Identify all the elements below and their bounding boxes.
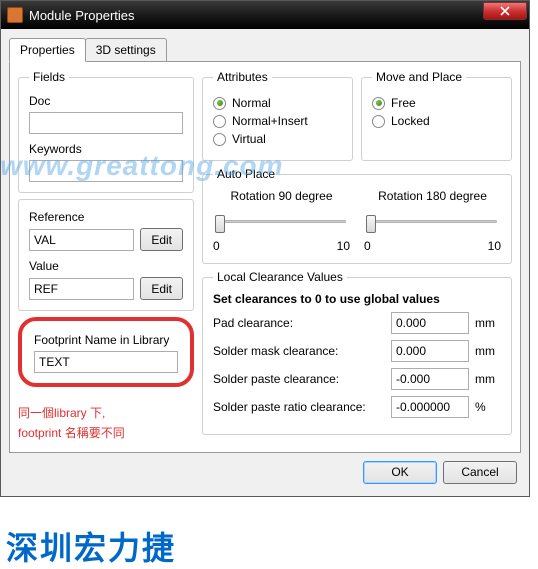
reference-group: Reference Edit Value Edit	[18, 199, 194, 311]
lcv-unit: mm	[475, 372, 501, 386]
footprint-box: Footprint Name in Library	[18, 317, 194, 387]
move-free[interactable]: Free	[372, 96, 501, 110]
attr-normal-insert[interactable]: Normal+Insert	[213, 114, 342, 128]
reference-label: Reference	[29, 210, 183, 224]
pad-clearance-input[interactable]	[391, 312, 469, 334]
value-edit-button[interactable]: Edit	[140, 277, 183, 300]
watermark-brand: 深圳宏力捷	[6, 523, 176, 569]
tab-3d-settings[interactable]: 3D settings	[85, 38, 167, 62]
slider-thumb-icon	[366, 215, 376, 233]
solder-paste-ratio-input[interactable]	[391, 396, 469, 418]
lcv-pad-clearance: Pad clearance: mm	[213, 312, 501, 334]
attr-normal[interactable]: Normal	[213, 96, 342, 110]
fields-group: Fields Doc Keywords	[18, 70, 194, 193]
window-title: Module Properties	[29, 8, 483, 23]
lcv-unit: %	[475, 400, 501, 414]
value-label: Value	[29, 259, 183, 273]
reference-edit-button[interactable]: Edit	[140, 228, 183, 251]
footprint-label: Footprint Name in Library	[34, 333, 178, 347]
cancel-button[interactable]: Cancel	[443, 461, 517, 484]
slider-track-icon	[368, 220, 497, 223]
lcv-solder-paste: Solder paste clearance: mm	[213, 368, 501, 390]
radio-icon	[372, 115, 385, 128]
lcv-label: Solder mask clearance:	[213, 344, 385, 358]
solder-mask-input[interactable]	[391, 340, 469, 362]
right-column: Attributes Normal Normal+Insert Virtual …	[202, 70, 512, 444]
slider-min: 0	[364, 239, 371, 253]
radio-label: Virtual	[232, 132, 266, 146]
rot90-slider[interactable]	[213, 211, 350, 237]
move-place-legend: Move and Place	[372, 70, 466, 84]
titlebar[interactable]: Module Properties	[1, 1, 529, 29]
lcv-solder-paste-ratio: Solder paste ratio clearance: %	[213, 396, 501, 418]
radio-label: Normal	[232, 96, 271, 110]
client-area: Properties 3D settings Fields Doc Keywor…	[1, 29, 529, 496]
lcv-label: Pad clearance:	[213, 316, 385, 330]
attributes-group: Attributes Normal Normal+Insert Virtual	[202, 70, 353, 161]
lcv-unit: mm	[475, 316, 501, 330]
tab-properties[interactable]: Properties	[9, 38, 86, 62]
footprint-input[interactable]	[34, 351, 178, 373]
lcv-hint: Set clearances to 0 to use global values	[213, 292, 501, 306]
move-locked[interactable]: Locked	[372, 114, 501, 128]
app-icon	[7, 7, 23, 23]
attr-virtual[interactable]: Virtual	[213, 132, 342, 146]
annotation-text: 同一個library 下, footprint 名稱要不同	[18, 403, 194, 444]
radio-icon	[213, 97, 226, 110]
reference-input[interactable]	[29, 229, 134, 251]
fields-legend: Fields	[29, 70, 69, 84]
slider-track-icon	[217, 220, 346, 223]
move-place-group: Move and Place Free Locked	[361, 70, 512, 161]
slider-min: 0	[213, 239, 220, 253]
radio-icon	[213, 115, 226, 128]
tab-strip: Properties 3D settings	[9, 38, 521, 62]
lcv-solder-mask: Solder mask clearance: mm	[213, 340, 501, 362]
annotation-line-1: 同一個library 下,	[18, 403, 194, 423]
solder-paste-input[interactable]	[391, 368, 469, 390]
slider-thumb-icon	[215, 215, 225, 233]
doc-input[interactable]	[29, 112, 183, 134]
auto-place-legend: Auto Place	[213, 167, 279, 181]
local-clearance-group: Local Clearance Values Set clearances to…	[202, 270, 512, 435]
close-icon	[500, 6, 510, 16]
keywords-input[interactable]	[29, 160, 183, 182]
auto-place-group: Auto Place Rotation 90 degree 0 10 Rotati…	[202, 167, 512, 264]
rot180-slider[interactable]	[364, 211, 501, 237]
lcv-unit: mm	[475, 344, 501, 358]
radio-icon	[372, 97, 385, 110]
annotation-line-2: footprint 名稱要不同	[18, 423, 194, 443]
module-properties-window: Module Properties Properties 3D settings…	[0, 0, 530, 497]
left-column: Fields Doc Keywords Reference Edit Value	[18, 70, 194, 444]
rot180-label: Rotation 180 degree	[364, 189, 501, 203]
doc-label: Doc	[29, 94, 183, 108]
keywords-label: Keywords	[29, 142, 183, 156]
radio-label: Locked	[391, 114, 430, 128]
attributes-legend: Attributes	[213, 70, 272, 84]
tab-body: Fields Doc Keywords Reference Edit Value	[9, 61, 521, 453]
radio-label: Normal+Insert	[232, 114, 308, 128]
radio-label: Free	[391, 96, 416, 110]
lcv-legend: Local Clearance Values	[213, 270, 347, 284]
close-button[interactable]	[483, 2, 527, 20]
radio-icon	[213, 133, 226, 146]
ok-button[interactable]: OK	[363, 461, 437, 484]
lcv-label: Solder paste ratio clearance:	[213, 400, 385, 414]
dialog-buttons: OK Cancel	[9, 453, 521, 488]
lcv-label: Solder paste clearance:	[213, 372, 385, 386]
slider-max: 10	[488, 239, 501, 253]
value-input[interactable]	[29, 278, 134, 300]
slider-max: 10	[337, 239, 350, 253]
rot90-label: Rotation 90 degree	[213, 189, 350, 203]
